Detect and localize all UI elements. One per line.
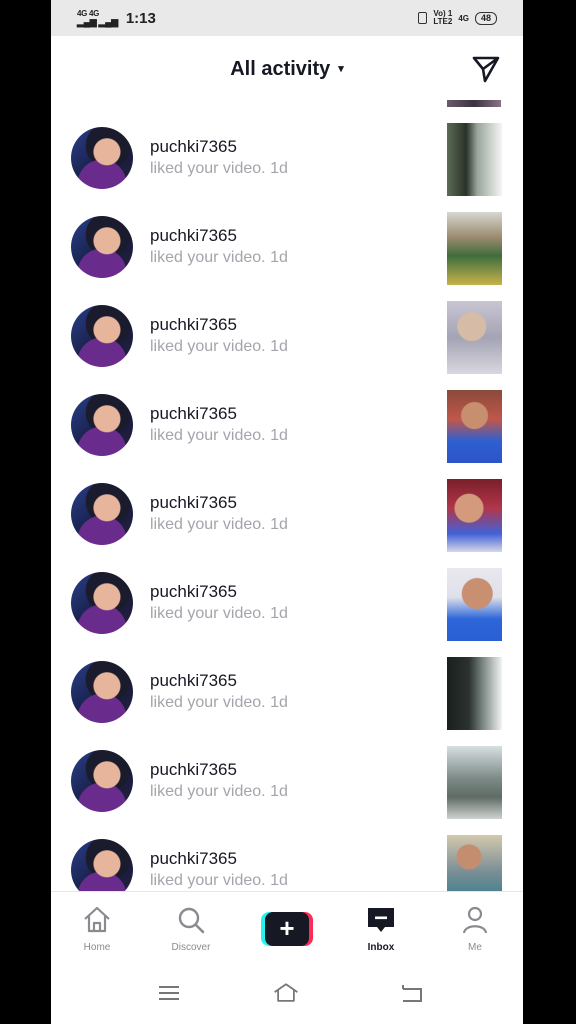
- avatar[interactable]: [71, 216, 133, 278]
- username[interactable]: puchki7365: [150, 315, 237, 335]
- back-icon[interactable]: [397, 979, 425, 1007]
- clock: 1:13: [125, 9, 156, 27]
- list-item[interactable]: puchki7365 liked your video. 1d: [51, 380, 523, 469]
- activity-text: liked your video. 1d: [150, 694, 288, 711]
- avatar[interactable]: [71, 305, 133, 367]
- video-thumbnail[interactable]: [447, 657, 502, 730]
- username[interactable]: puchki7365: [150, 671, 237, 691]
- nav-discover[interactable]: Discover: [151, 892, 231, 964]
- nav-me[interactable]: Me: [435, 892, 515, 964]
- activity-text: liked your video. 1d: [150, 427, 288, 444]
- username[interactable]: puchki7365: [150, 582, 237, 602]
- list-item[interactable]: puchki7365 liked your video. 1d: [51, 202, 523, 291]
- list-item[interactable]: puchki7365 liked your video. 1d: [51, 469, 523, 558]
- list-item[interactable]: puchki7365 liked your video. 1d: [51, 558, 523, 647]
- nav-discover-label: Discover: [171, 942, 211, 953]
- home-icon[interactable]: [272, 979, 300, 1007]
- video-thumbnail[interactable]: [447, 100, 501, 107]
- username[interactable]: puchki7365: [150, 493, 237, 513]
- avatar[interactable]: [71, 127, 133, 189]
- vibrate-icon: [418, 12, 428, 24]
- nav-home[interactable]: Home: [57, 892, 137, 964]
- battery-icon: 48: [474, 11, 497, 25]
- activity-filter-dropdown[interactable]: All activity ▾: [51, 58, 523, 81]
- list-item[interactable]: puchki7365 liked your video. 1d: [51, 647, 523, 736]
- person-icon: [462, 906, 488, 934]
- list-item[interactable]: puchki7365 liked your video. 1d: [51, 291, 523, 380]
- network-indicator: 4G: [458, 13, 469, 23]
- nav-inbox[interactable]: Inbox: [341, 892, 421, 964]
- house-icon: [84, 906, 110, 933]
- header: All activity ▾: [51, 36, 523, 102]
- username[interactable]: puchki7365: [150, 404, 237, 424]
- username[interactable]: puchki7365: [150, 226, 237, 246]
- nav-home-label: Home: [83, 942, 111, 953]
- signal-icon: 4G 4G ▂▄▆ ▂▄▆: [77, 9, 118, 27]
- username[interactable]: puchki7365: [150, 760, 237, 780]
- page-title: All activity: [230, 58, 331, 80]
- list-item[interactable]: puchki7365 liked your video. 1d: [51, 113, 523, 202]
- username[interactable]: puchki7365: [150, 849, 237, 869]
- avatar[interactable]: [71, 572, 133, 634]
- video-thumbnail[interactable]: [447, 390, 502, 463]
- activity-text: liked your video. 1d: [150, 160, 288, 177]
- avatar[interactable]: [71, 839, 133, 891]
- activity-text: liked your video. 1d: [150, 338, 288, 355]
- avatar[interactable]: [71, 394, 133, 456]
- status-bar: 4G 4G ▂▄▆ ▂▄▆ 1:13 Vo) 1 LTE2 4G 48: [51, 0, 523, 36]
- video-thumbnail[interactable]: [447, 123, 502, 196]
- list-item[interactable]: puchki7365 liked your video. 1d: [51, 736, 523, 825]
- activity-text: liked your video. 1d: [150, 605, 288, 622]
- username[interactable]: puchki7365: [150, 137, 237, 157]
- paper-plane-icon[interactable]: [471, 54, 501, 84]
- nav-inbox-label: Inbox: [367, 942, 395, 953]
- avatar[interactable]: [71, 661, 133, 723]
- video-thumbnail[interactable]: [447, 212, 502, 285]
- activity-text: liked your video. 1d: [150, 872, 288, 889]
- system-navigation-bar: [51, 963, 523, 1024]
- caret-down-icon: ▾: [338, 63, 344, 75]
- activity-text: liked your video. 1d: [150, 249, 288, 266]
- video-thumbnail[interactable]: [447, 479, 502, 552]
- list-item[interactable]: puchki7365 liked your video. 1d: [51, 825, 523, 891]
- video-thumbnail[interactable]: [447, 301, 502, 374]
- avatar[interactable]: [71, 483, 133, 545]
- activity-text: liked your video. 1d: [150, 516, 288, 533]
- bottom-navigation: Home Discover + Inbox Me: [51, 891, 523, 964]
- message-icon: [368, 908, 394, 932]
- activity-text: liked your video. 1d: [150, 783, 288, 800]
- video-thumbnail[interactable]: [447, 568, 502, 641]
- nav-me-label: Me: [468, 942, 482, 953]
- video-thumbnail[interactable]: [447, 746, 502, 819]
- volte-indicator: Vo) 1 LTE2: [433, 9, 453, 26]
- create-button[interactable]: +: [261, 912, 313, 946]
- activity-list: puchki7365 liked your video. 1d puchki73…: [51, 113, 523, 891]
- plus-icon: +: [265, 912, 309, 946]
- avatar[interactable]: [71, 750, 133, 812]
- video-thumbnail[interactable]: [447, 835, 502, 891]
- phone-screen: 4G 4G ▂▄▆ ▂▄▆ 1:13 Vo) 1 LTE2 4G 48 All …: [51, 0, 523, 1024]
- menu-icon[interactable]: [155, 979, 183, 1007]
- magnifier-icon: [178, 907, 205, 934]
